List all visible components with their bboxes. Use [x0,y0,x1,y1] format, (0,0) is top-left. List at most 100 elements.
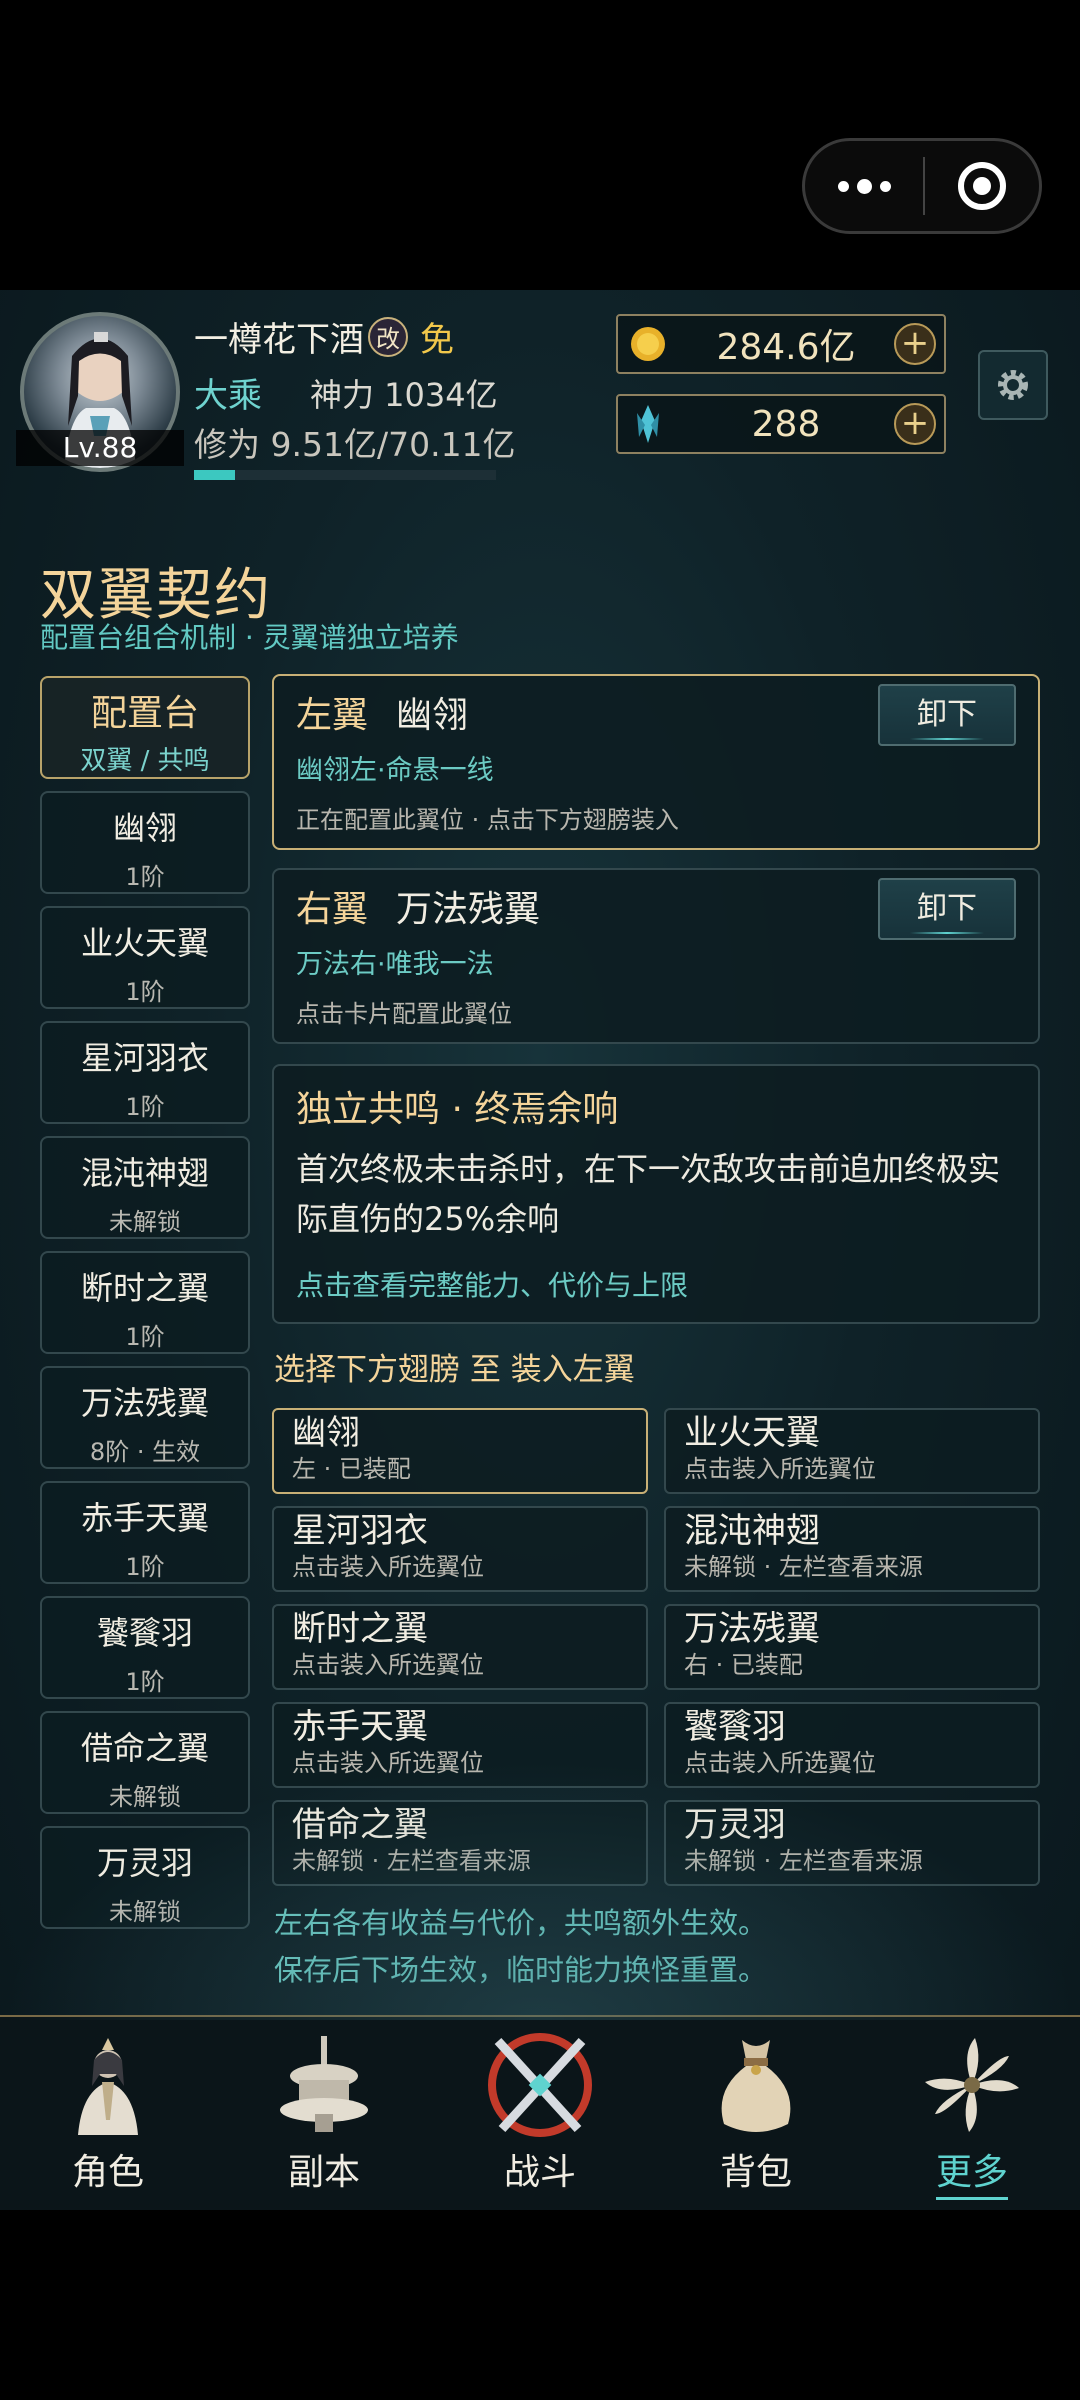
sidebar-item-label: 断时之翼 [80,1269,209,1307]
cultivation-label: 修为 9.51亿/70.11亿 [194,425,516,464]
sidebar-item-wanling[interactable]: 万灵羽 未解锁 [40,1826,250,1929]
sidebar-item-sub: 1阶 [125,863,165,891]
wing-card-taotie[interactable]: 饕餮羽 点击装入所选翼位 [664,1702,1040,1788]
wing-card-status: 未解锁 · 左栏查看来源 [292,1847,531,1875]
sidebar-item-label: 赤手天翼 [80,1499,209,1537]
gold-coin-icon [618,325,678,363]
wing-card-status: 右 · 已装配 [684,1651,803,1679]
sidebar-item-xinghe[interactable]: 星河羽衣 1阶 [40,1021,250,1124]
sidebar-item-wanfa[interactable]: 万法残翼 8阶 · 生效 [40,1366,250,1469]
nav-tab-dungeon[interactable]: 副本 [216,2017,432,2210]
bottom-area [0,2210,1080,2400]
realm-label: 大乘 [194,376,262,416]
character-icon [48,2025,168,2145]
unload-left-button[interactable]: 卸下 [878,684,1016,746]
sidebar-item-duanshi[interactable]: 断时之翼 1阶 [40,1251,250,1354]
wing-card-name: 星河羽衣 [292,1511,428,1551]
wing-card-status: 点击装入所选翼位 [292,1553,484,1581]
settings-button[interactable] [978,350,1048,420]
wing-card-wanfa[interactable]: 万法残翼 右 · 已装配 [664,1604,1040,1690]
add-gold-button[interactable]: + [894,323,936,365]
sidebar-item-label: 配置台 [90,693,199,734]
rename-badge[interactable]: 改 [368,316,408,357]
sidebar-item-label: 星河羽衣 [80,1039,209,1077]
sidebar-item-config[interactable]: 配置台 双翼 / 共鸣 [40,676,250,779]
sidebar-item-sub: 未解锁 [109,1898,181,1926]
slot-label: 左翼 [296,695,369,736]
sidebar-item-sub: 1阶 [125,1093,165,1121]
wing-card-status: 点击装入所选翼位 [292,1651,484,1679]
status-area [0,0,1080,290]
sidebar-item-jieming[interactable]: 借命之翼 未解锁 [40,1711,250,1814]
gold-value: 284.6亿 [716,327,856,368]
name-tag: 免 [420,320,454,360]
wing-card-name: 赤手天翼 [292,1707,428,1747]
wing-card-name: 饕餮羽 [684,1707,786,1747]
sidebar-item-label: 饕餮羽 [96,1614,193,1652]
nav-label: 副本 [287,2152,360,2193]
resonance-details-link[interactable]: 点击查看完整能力、代价与上限 [296,1264,688,1304]
sidebar-item-sub: 双翼 / 共鸣 [80,746,210,776]
sidebar-item-youling[interactable]: 幽翎 1阶 [40,791,250,894]
sidebar-item-label: 万灵羽 [96,1844,193,1882]
close-target-icon[interactable] [925,162,1039,210]
crystal-icon [618,403,678,445]
gem-resource: 288 + [616,394,946,454]
gem-value: 288 [751,403,821,445]
cultivation-progress-bar [194,470,496,480]
sidebar-item-taotie[interactable]: 饕餮羽 1阶 [40,1596,250,1699]
nav-tab-battle[interactable]: 战斗 [432,2017,648,2210]
wing-card-youling[interactable]: 幽翎 左 · 已装配 [272,1408,648,1494]
left-wing-slot[interactable]: 左翼 幽翎 幽翎左·命悬一线 正在配置此翼位 · 点击下方翅膀装入 卸下 [272,674,1040,850]
nav-label: 战斗 [503,2152,576,2193]
rules-note-line: 保存后下场生效，临时能力换怪重置。 [274,1953,768,1987]
wing-sidebar: 配置台 双翼 / 共鸣 幽翎 1阶 业火天翼 1阶 星河羽衣 1阶 混沌神翅 未… [40,676,250,1941]
unload-right-button[interactable]: 卸下 [878,878,1016,940]
slot-hint: 点击卡片配置此翼位 [296,1000,512,1028]
nav-label: 背包 [719,2152,792,2193]
resonance-title: 独立共鸣 · 终焉余响 [296,1089,619,1130]
resonance-card[interactable]: 独立共鸣 · 终焉余响 首次终极未击杀时，在下一次敌攻击前追加终极实际直伤的25… [272,1064,1040,1324]
sidebar-item-yehuo[interactable]: 业火天翼 1阶 [40,906,250,1009]
add-gem-button[interactable]: + [894,403,936,445]
wing-card-status: 点击装入所选翼位 [684,1455,876,1483]
sidebar-item-hundun[interactable]: 混沌神翅 未解锁 [40,1136,250,1239]
wing-card-duanshi[interactable]: 断时之翼 点击装入所选翼位 [272,1604,648,1690]
wing-card-name: 借命之翼 [292,1805,428,1845]
cultivation-progress-fill [194,470,236,480]
slot-wing-name: 万法残翼 [396,889,541,930]
resonance-description: 首次终极未击杀时，在下一次敌攻击前追加终极实际直伤的25%余响 [296,1150,1001,1238]
menu-dots-icon[interactable] [805,141,923,231]
player-name: 一樽花下酒 改 免 [194,312,454,361]
wing-card-name: 万法残翼 [684,1609,820,1649]
sidebar-item-chishou[interactable]: 赤手天翼 1阶 [40,1481,250,1584]
rules-note-line: 左右各有收益与代价，共鸣额外生效。 [274,1906,768,1940]
wing-card-xinghe[interactable]: 星河羽衣 点击装入所选翼位 [272,1506,648,1592]
wing-card-status: 未解锁 · 左栏查看来源 [684,1553,923,1581]
power-label: 神力 1034亿 [310,376,498,414]
sidebar-item-sub: 1阶 [125,1323,165,1351]
nav-tab-bag[interactable]: 背包 [648,2017,864,2210]
slot-title: 左翼 幽翎 [296,686,468,738]
sidebar-item-label: 混沌神翅 [80,1154,209,1192]
wing-card-hundun[interactable]: 混沌神翅 未解锁 · 左栏查看来源 [664,1506,1040,1592]
nav-tab-more[interactable]: 更多 [864,2017,1080,2210]
wing-card-name: 业火天翼 [684,1413,820,1453]
sidebar-item-label: 万法残翼 [80,1384,209,1422]
sidebar-item-sub: 1阶 [125,1668,165,1696]
nav-tab-character[interactable]: 角色 [0,2017,216,2210]
wing-card-wanling[interactable]: 万灵羽 未解锁 · 左栏查看来源 [664,1800,1040,1886]
wing-card-chishou[interactable]: 赤手天翼 点击装入所选翼位 [272,1702,648,1788]
miniprogram-capsule [802,138,1042,234]
wing-card-status: 点击装入所选翼位 [292,1749,484,1777]
level-badge: Lv.88 [16,430,184,466]
right-wing-slot[interactable]: 右翼 万法残翼 万法右·唯我一法 点击卡片配置此翼位 卸下 [272,868,1040,1044]
slot-effect: 幽翎左·命悬一线 [296,755,494,786]
wing-card-yehuo[interactable]: 业火天翼 点击装入所选翼位 [664,1408,1040,1494]
player-name-text: 一樽花下酒 [194,320,364,360]
wing-card-name: 万灵羽 [684,1805,786,1845]
nav-label: 角色 [71,2152,144,2193]
rules-note: 左右各有收益与代价，共鸣额外生效。 保存后下场生效，临时能力换怪重置。 [274,1900,767,1994]
gear-icon [998,370,1028,400]
wing-card-jieming[interactable]: 借命之翼 未解锁 · 左栏查看来源 [272,1800,648,1886]
